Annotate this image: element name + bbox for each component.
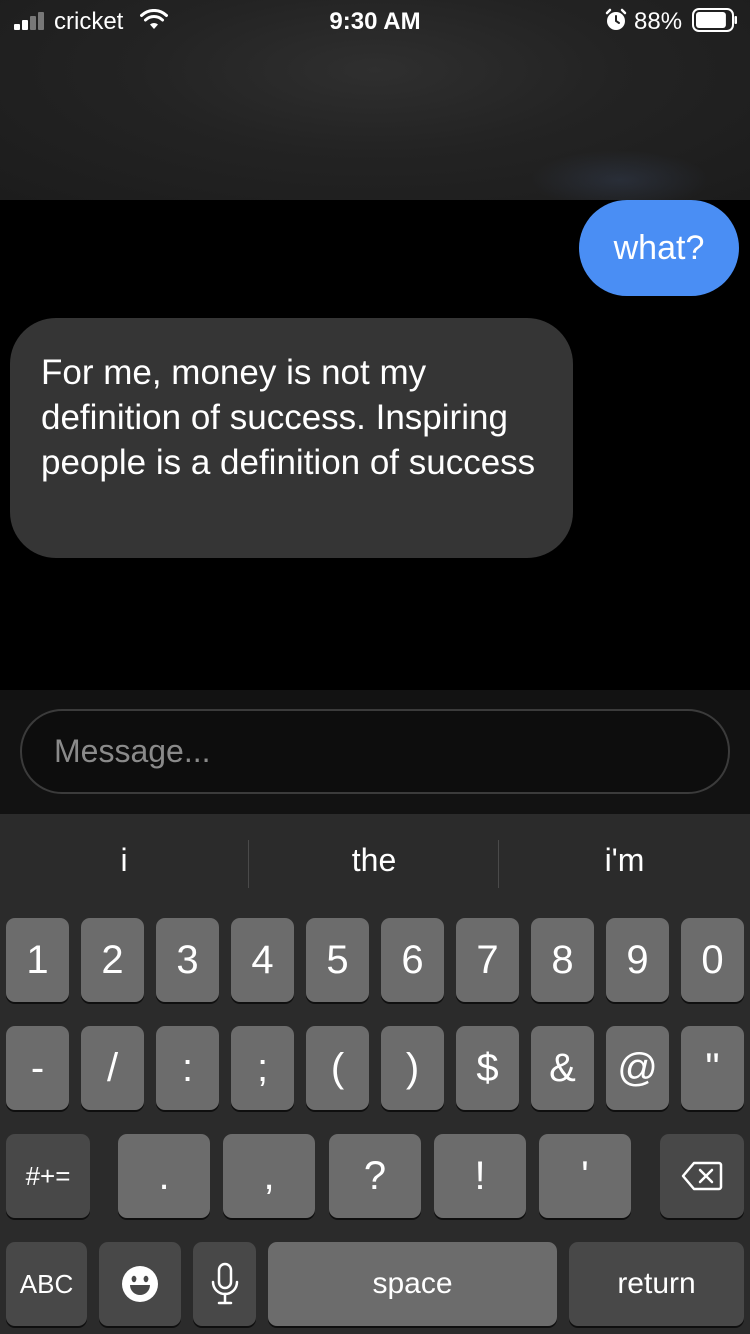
backspace-icon (681, 1161, 723, 1191)
key-close-paren[interactable]: ) (381, 1026, 444, 1110)
key-3[interactable]: 3 (156, 918, 219, 1002)
microphone-icon (211, 1262, 238, 1305)
key-5[interactable]: 5 (306, 918, 369, 1002)
key-4[interactable]: 4 (231, 918, 294, 1002)
key-emoji[interactable] (99, 1242, 181, 1326)
suggestion-item[interactable]: the (249, 842, 499, 888)
suggestion-item[interactable]: i (0, 842, 248, 888)
battery-percent: 88% (634, 8, 683, 35)
composer: Message... (0, 690, 750, 814)
incoming-message[interactable]: For me, money is not my definition of su… (10, 318, 573, 558)
battery-icon (692, 8, 737, 32)
key-quote[interactable]: " (681, 1026, 744, 1110)
key-question[interactable]: ? (329, 1134, 421, 1218)
key-6[interactable]: 6 (381, 918, 444, 1002)
key-0[interactable]: 0 (681, 918, 744, 1002)
key-period[interactable]: . (118, 1134, 210, 1218)
key-ampersand[interactable]: & (531, 1026, 594, 1110)
key-9[interactable]: 9 (606, 918, 669, 1002)
key-slash[interactable]: / (81, 1026, 144, 1110)
key-8[interactable]: 8 (531, 918, 594, 1002)
key-hyphen[interactable]: - (6, 1026, 69, 1110)
chat-thread[interactable]: what? For me, money is not my definition… (0, 200, 750, 690)
key-abc[interactable]: ABC (6, 1242, 87, 1326)
header: cricket 9:30 AM 88% (0, 0, 750, 210)
key-open-paren[interactable]: ( (306, 1026, 369, 1110)
emoji-icon (122, 1266, 158, 1302)
key-apostrophe[interactable]: ' (539, 1134, 631, 1218)
alarm-icon (605, 8, 627, 30)
key-2[interactable]: 2 (81, 918, 144, 1002)
key-7[interactable]: 7 (456, 918, 519, 1002)
key-exclamation[interactable]: ! (434, 1134, 526, 1218)
suggestion-bar: i the i'm (0, 814, 750, 914)
key-dollar[interactable]: $ (456, 1026, 519, 1110)
key-comma[interactable]: , (223, 1134, 315, 1218)
message-input[interactable]: Message... (20, 709, 730, 794)
key-delete[interactable] (660, 1134, 744, 1218)
key-dictation[interactable] (193, 1242, 256, 1326)
key-more-symbols[interactable]: #+= (6, 1134, 90, 1218)
key-space[interactable]: space (268, 1242, 557, 1326)
key-colon[interactable]: : (156, 1026, 219, 1110)
status-bar: cricket 9:30 AM 88% (0, 0, 750, 42)
key-return[interactable]: return (569, 1242, 744, 1326)
outgoing-message[interactable]: what? (579, 200, 739, 296)
key-semicolon[interactable]: ; (231, 1026, 294, 1110)
keyboard: i the i'm 1 2 3 4 5 6 7 8 9 0 - / : ; ( … (0, 814, 750, 1334)
key-at[interactable]: @ (606, 1026, 669, 1110)
suggestion-item[interactable]: i'm (499, 842, 750, 888)
key-1[interactable]: 1 (6, 918, 69, 1002)
